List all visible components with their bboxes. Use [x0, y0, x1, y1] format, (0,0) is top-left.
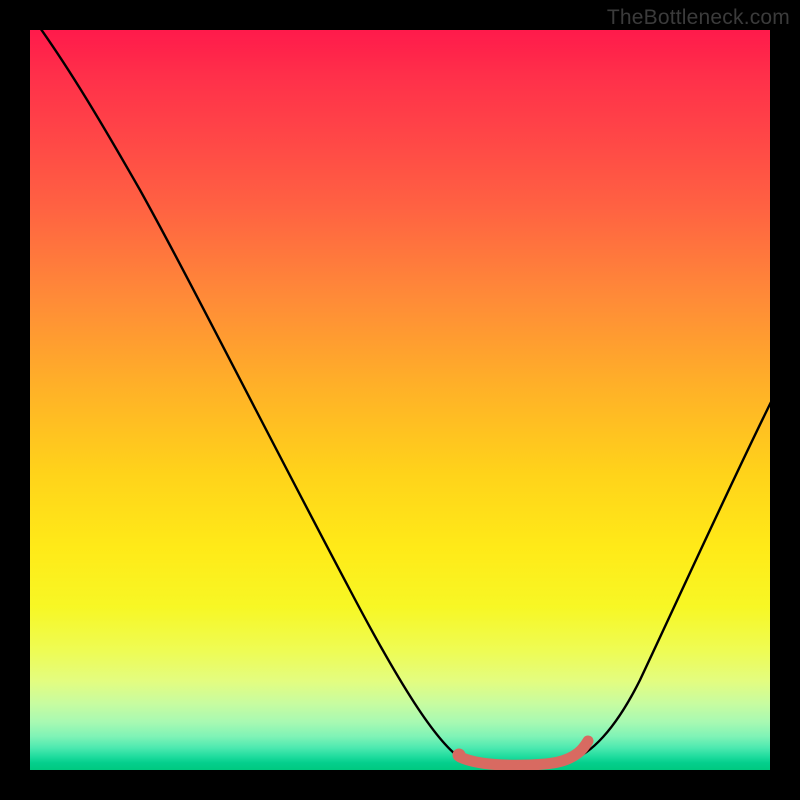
plot-area [30, 30, 770, 770]
chart-frame: TheBottleneck.com [0, 0, 800, 800]
bottleneck-curve [30, 30, 770, 770]
curve-path [38, 30, 770, 766]
optimal-zone-marker [460, 741, 588, 765]
watermark-label: TheBottleneck.com [607, 6, 790, 30]
optimal-start-dot [453, 749, 466, 762]
